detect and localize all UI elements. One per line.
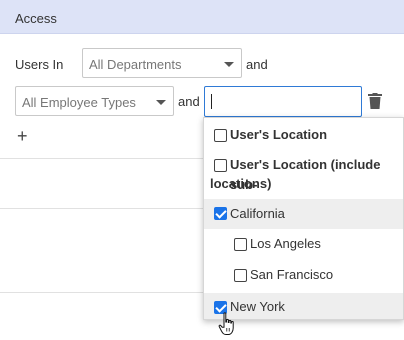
- option-label: New York: [230, 299, 285, 314]
- and-connector-1: and: [246, 57, 268, 72]
- dropdown-option-california[interactable]: California: [204, 199, 403, 229]
- option-label: User's Location: [230, 127, 328, 142]
- checkbox-checked[interactable]: [214, 207, 227, 220]
- location-dropdown: User's Location User's Location (include…: [203, 117, 404, 320]
- option-label: San Francisco: [250, 267, 334, 282]
- access-section-header: Access: [0, 0, 404, 34]
- option-label: California: [230, 206, 285, 221]
- divider: [0, 292, 203, 293]
- department-select[interactable]: All Departments: [82, 48, 242, 78]
- and-connector-2: and: [178, 94, 200, 109]
- divider: [0, 158, 203, 159]
- employee-type-select-value: All Employee Types: [22, 95, 136, 110]
- dropdown-option-users-location-sub[interactable]: User's Location (include sub- locations): [204, 152, 403, 198]
- dropdown-option-san-francisco[interactable]: San Francisco: [204, 262, 403, 290]
- users-in-label: Users In: [15, 57, 64, 72]
- option-label: Los Angeles: [250, 236, 321, 251]
- dropdown-option-users-location[interactable]: User's Location: [204, 122, 403, 148]
- chevron-down-icon: [156, 100, 166, 105]
- divider: [0, 208, 203, 209]
- department-select-value: All Departments: [89, 57, 182, 72]
- checkbox[interactable]: [214, 129, 227, 142]
- checkbox[interactable]: [234, 238, 247, 251]
- chevron-down-icon: [224, 62, 234, 67]
- add-rule-button[interactable]: +: [17, 127, 28, 145]
- checkbox[interactable]: [234, 269, 247, 282]
- option-label-line2: locations): [210, 176, 272, 191]
- employee-type-select[interactable]: All Employee Types: [15, 86, 174, 116]
- dropdown-option-los-angeles[interactable]: Los Angeles: [204, 231, 403, 259]
- text-cursor: [211, 94, 212, 109]
- checkbox[interactable]: [214, 159, 227, 172]
- location-search-input[interactable]: [204, 86, 362, 117]
- section-title: Access: [15, 11, 57, 26]
- hand-pointer-icon: [218, 312, 234, 335]
- trash-icon[interactable]: [368, 93, 382, 109]
